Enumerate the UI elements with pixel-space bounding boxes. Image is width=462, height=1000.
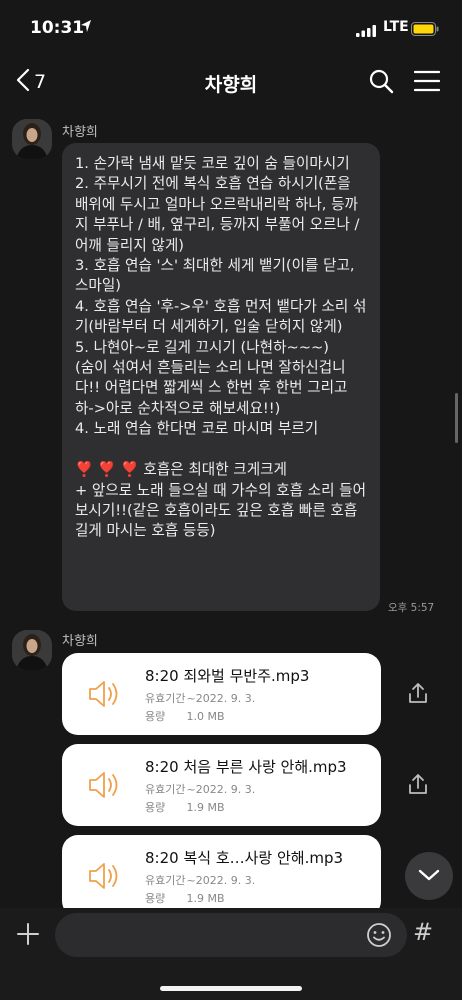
message-input[interactable]: [55, 913, 407, 957]
file-expiry: 유효기간 ~2022. 9. 3.: [145, 692, 256, 705]
chevron-down-icon: [418, 867, 440, 886]
file-card[interactable]: 8:20 처음 부른 사랑 안해.mp3 유효기간 ~2022. 9. 3. 용…: [62, 744, 381, 826]
message-bubble[interactable]: 1. 손가락 냄새 맡듯 코로 깊이 숨 들이마시기 2. 주무시기 전에 복식…: [62, 143, 380, 611]
file-expiry: 유효기간 ~2022. 9. 3.: [145, 874, 256, 887]
status-time: 10:31: [30, 18, 85, 38]
file-size: 용량 1.9 MB: [145, 801, 225, 814]
emoji-button[interactable]: [366, 922, 392, 952]
status-bar: 10:31 LTE: [0, 0, 462, 58]
menu-icon: [413, 70, 441, 96]
home-indicator: [160, 986, 302, 991]
audio-speaker-icon: [88, 770, 120, 804]
network-label: LTE: [383, 19, 409, 35]
file-size: 용량 1.9 MB: [145, 892, 225, 905]
sender-name: 차향희: [62, 125, 98, 140]
file-size: 용량 1.0 MB: [145, 710, 225, 723]
audio-speaker-icon: [88, 679, 120, 713]
search-icon: [368, 69, 394, 98]
scrollbar-thumb[interactable]: [455, 393, 458, 443]
file-name: 8:20 죄와벌 무반주.mp3: [145, 667, 310, 685]
avatar[interactable]: [12, 119, 52, 159]
attach-button[interactable]: [14, 920, 42, 952]
location-arrow-icon: [80, 18, 92, 37]
message-time: 오후 5:57: [388, 602, 435, 614]
plus-icon: [14, 923, 42, 952]
share-icon: [403, 683, 433, 713]
audio-speaker-icon: [88, 861, 120, 895]
chat-header: 7 차향희: [0, 58, 462, 108]
file-card[interactable]: 8:20 복식 호…사랑 안해.mp3 유효기간 ~2022. 9. 3. 용량…: [62, 835, 381, 917]
emoji-icon: [366, 923, 392, 952]
search-button[interactable]: [368, 68, 394, 98]
share-button[interactable]: [403, 770, 433, 800]
share-button[interactable]: [403, 679, 433, 709]
input-bar: #: [0, 908, 462, 1000]
signal-icon: [356, 22, 376, 41]
file-name: 8:20 처음 부른 사랑 안해.mp3: [145, 758, 347, 776]
avatar[interactable]: [12, 630, 52, 670]
file-card[interactable]: 8:20 죄와벌 무반주.mp3 유효기간 ~2022. 9. 3. 용량 1.…: [62, 653, 381, 735]
hash-button[interactable]: #: [413, 918, 433, 946]
sender-name: 차향희: [62, 634, 98, 649]
file-name: 8:20 복식 호…사랑 안해.mp3: [145, 849, 344, 867]
battery-icon: [411, 21, 439, 40]
menu-button[interactable]: [413, 70, 441, 96]
file-expiry: 유효기간 ~2022. 9. 3.: [145, 783, 256, 796]
share-icon: [403, 774, 433, 804]
scroll-to-bottom-button[interactable]: [405, 852, 453, 900]
